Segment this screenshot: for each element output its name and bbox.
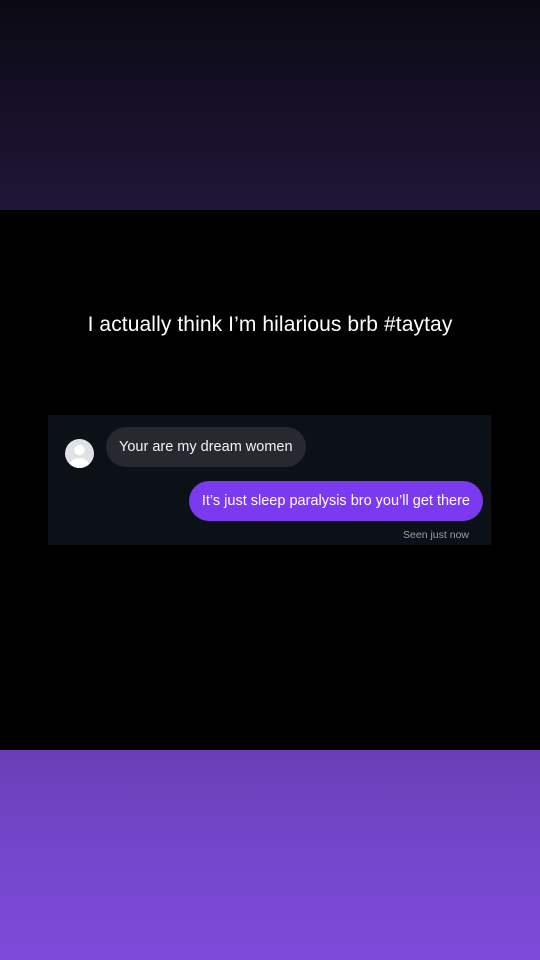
bottom-gradient-band [0,750,540,960]
seen-status: Seen just now [403,529,469,541]
story-caption: I actually think I’m hilarious brb #tayt… [87,313,453,336]
user-avatar-icon [65,439,94,468]
person-silhouette-icon [70,444,89,468]
received-message-bubble: Your are my dream women [106,427,306,467]
sent-message-bubble: It’s just sleep paralysis bro you’ll get… [188,481,483,521]
top-gradient-band [0,0,540,210]
chat-screenshot: Your are my dream women It’s just sleep … [48,415,491,545]
